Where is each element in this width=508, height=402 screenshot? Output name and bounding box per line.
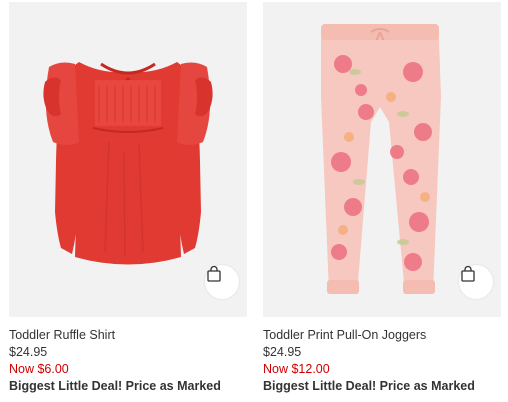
- product-card[interactable]: Toddler Print Pull-On Joggers $24.95 Now…: [263, 2, 501, 395]
- sale-price: Now $12.00: [263, 362, 330, 376]
- promo-text: Biggest Little Deal! Price as Marked: [263, 379, 475, 393]
- product-card[interactable]: Toddler Ruffle Shirt $24.95 Now $6.00 Bi…: [9, 2, 247, 395]
- product-image[interactable]: [263, 2, 501, 317]
- product-image[interactable]: [9, 2, 247, 317]
- sale-price: Now $6.00: [9, 362, 69, 376]
- product-name[interactable]: Toddler Ruffle Shirt: [9, 327, 247, 344]
- shopping-bag-icon: [461, 265, 475, 282]
- list-price: $24.95: [263, 345, 302, 359]
- shopping-bag-icon: [207, 265, 221, 282]
- promo-text: Biggest Little Deal! Price as Marked: [9, 379, 221, 393]
- list-price: $24.95: [9, 345, 48, 359]
- add-to-bag-button[interactable]: [459, 265, 493, 299]
- product-name[interactable]: Toddler Print Pull-On Joggers: [263, 327, 501, 344]
- add-to-bag-button[interactable]: [205, 265, 239, 299]
